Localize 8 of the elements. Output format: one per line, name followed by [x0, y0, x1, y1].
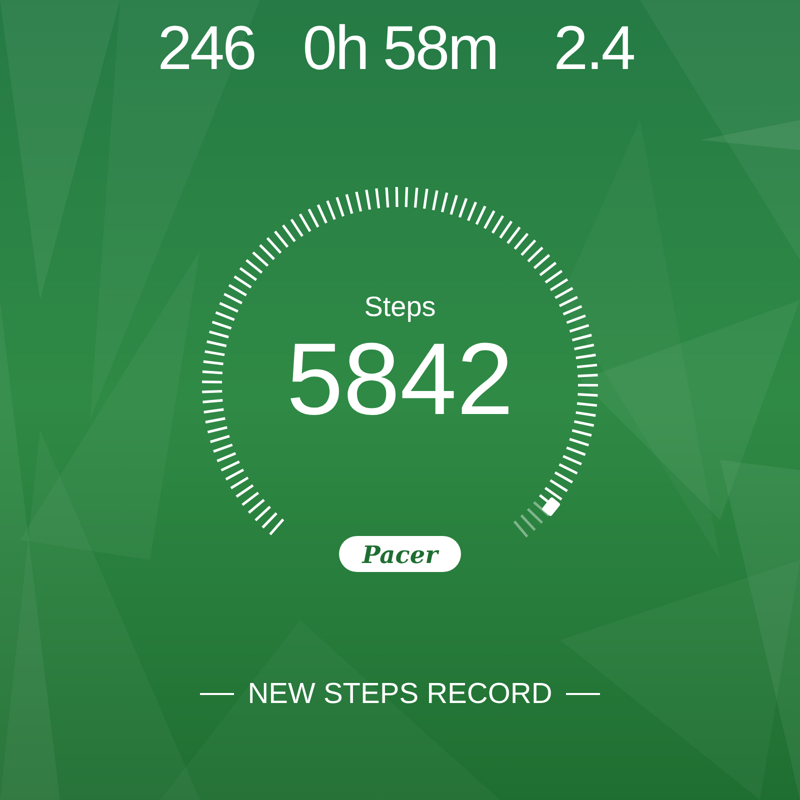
gauge-marker — [541, 496, 561, 517]
logo: Pacer — [339, 536, 461, 572]
steps-count: 5842 — [286, 324, 514, 434]
steps-label: Steps — [364, 290, 436, 324]
stat-value: 246 — [158, 14, 256, 84]
stat-value: 0h 58m — [302, 14, 498, 84]
stat-value: 2.4 — [554, 14, 634, 84]
record-label: NEW STEPS RECORD — [248, 677, 552, 711]
